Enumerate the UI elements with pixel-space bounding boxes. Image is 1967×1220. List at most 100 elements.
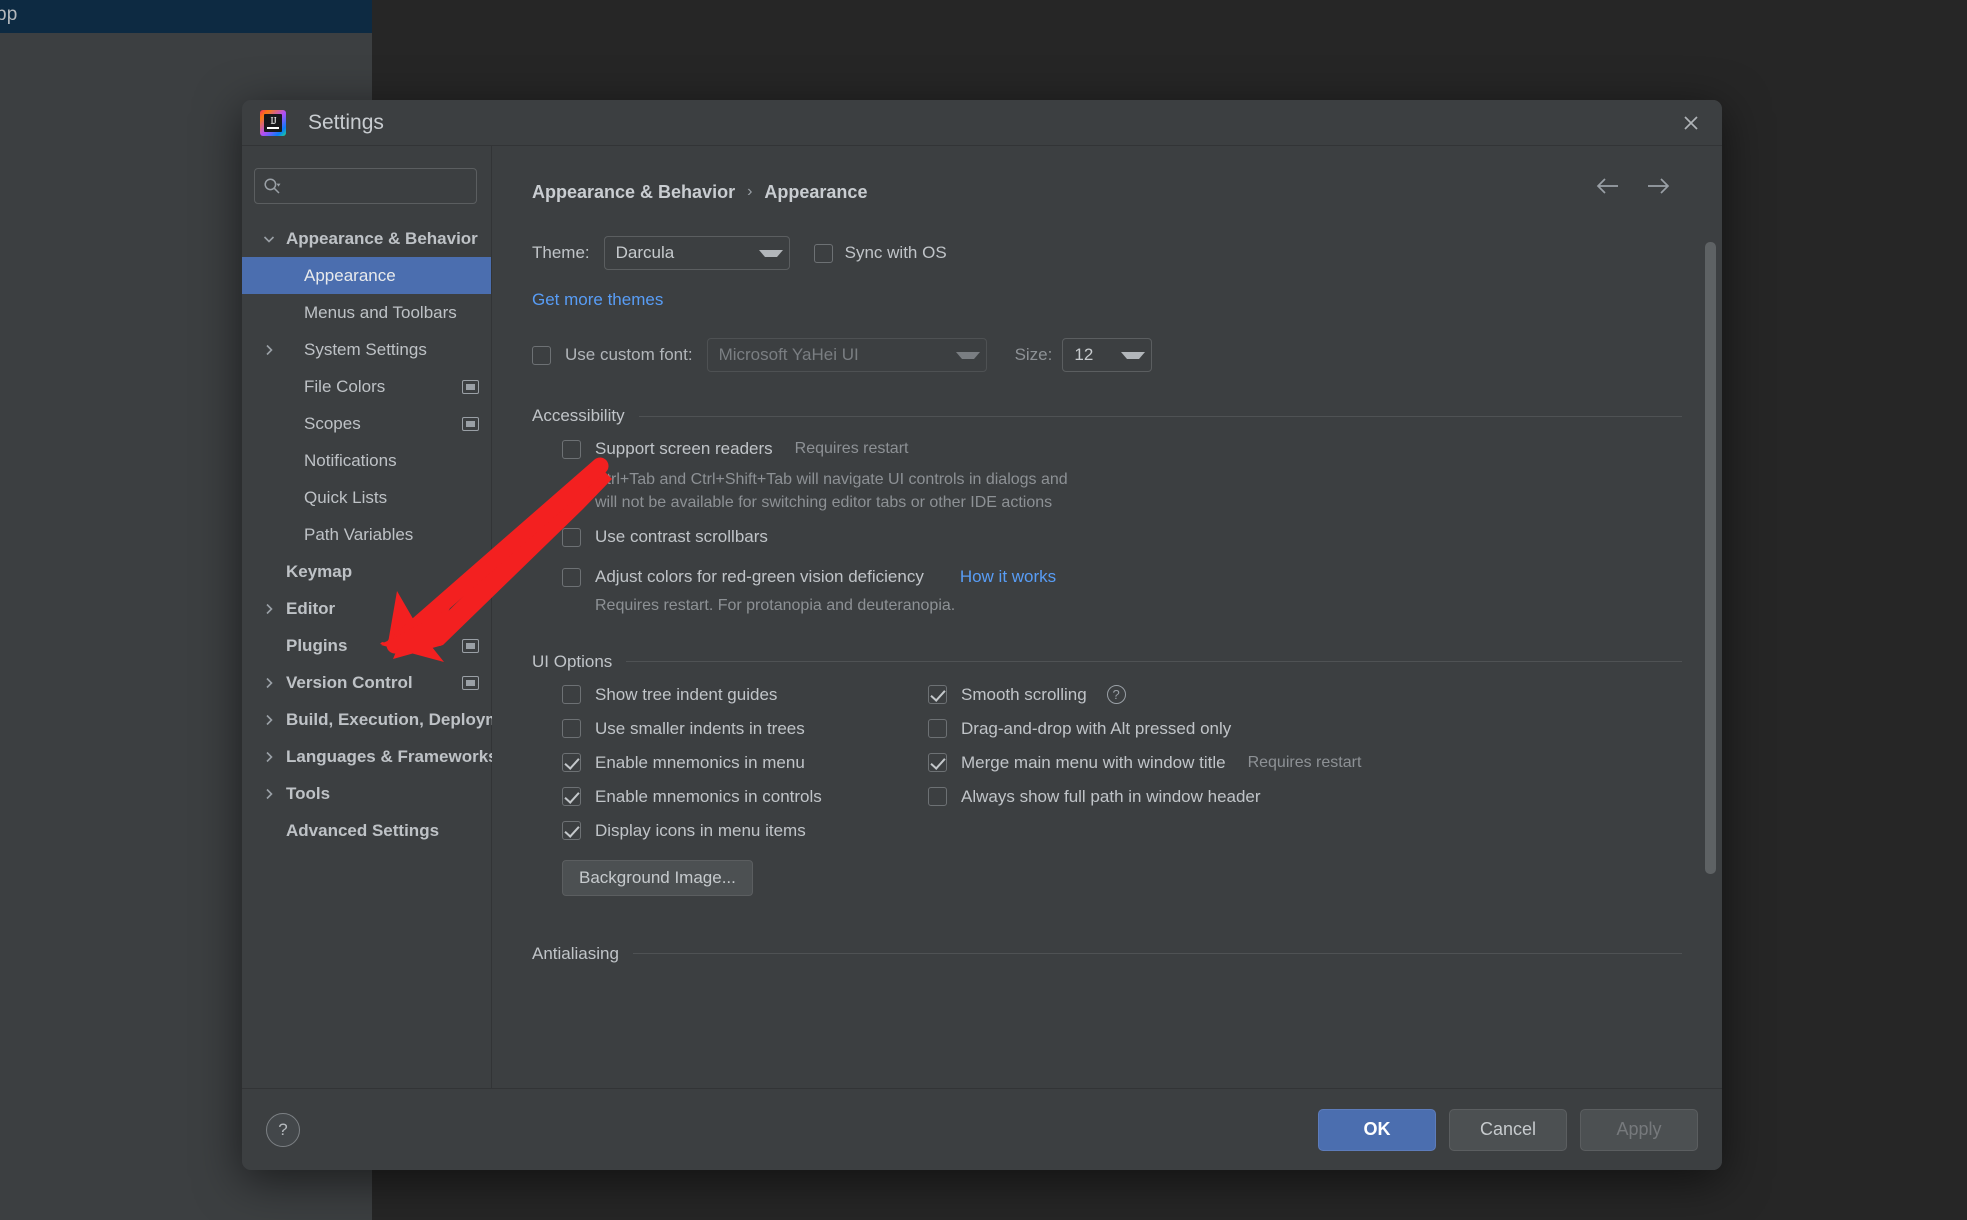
sidebar-item-languages-frameworks[interactable]: Languages & Frameworks	[242, 738, 498, 775]
sidebar-item-tools[interactable]: Tools	[242, 775, 491, 812]
dialog-titlebar: IJ Settings	[242, 100, 1722, 146]
chevron-right-icon[interactable]	[262, 676, 276, 690]
chevron-right-icon[interactable]	[262, 787, 276, 801]
sidebar-item-label: Build, Execution, Deployment	[286, 709, 526, 729]
screen-readers-description-line1: Ctrl+Tab and Ctrl+Shift+Tab will navigat…	[595, 471, 1068, 488]
settings-sidebar: Appearance & Behavior Appearance Menus and…	[242, 146, 526, 1088]
use-contrast-scrollbars-label: Use contrast scrollbars	[595, 527, 768, 547]
ui-options-section-body: Show tree indent guides Use smaller inden…	[532, 678, 1682, 848]
intellij-logo-letters: IJ	[270, 115, 276, 127]
chevron-right-icon[interactable]	[262, 343, 276, 357]
help-icon[interactable]: ?	[1106, 685, 1126, 705]
sync-with-os-checkbox[interactable]: Sync with OS	[813, 243, 947, 263]
adjust-colors-description: Requires restart. For protanopia and deu…	[595, 597, 956, 615]
sidebar-item-label: Quick Lists	[304, 487, 388, 507]
chevron-down-icon[interactable]	[262, 232, 276, 246]
ui-option-label: Enable mnemonics in menu	[595, 752, 805, 772]
sidebar-item-menus-and-toolbars[interactable]: Menus and Toolbars	[242, 294, 491, 331]
sidebar-item-label: Tools	[286, 783, 331, 803]
font-size-select[interactable]: 12	[1062, 338, 1153, 372]
search-box[interactable]	[254, 168, 477, 204]
sidebar-item-scopes[interactable]: Scopes	[242, 405, 491, 442]
checkbox-box	[562, 719, 581, 739]
ok-button[interactable]: OK	[1318, 1108, 1436, 1151]
sidebar-item-label: System Settings	[304, 339, 427, 359]
help-button[interactable]: ?	[266, 1112, 300, 1147]
checkbox-box	[928, 685, 947, 705]
theme-select[interactable]: Darcula	[603, 236, 790, 270]
ui-option-enable-mnemonics-in-menu[interactable]: Enable mnemonics in menu	[562, 746, 928, 780]
font-size-select-value: 12	[1074, 345, 1094, 364]
sidebar-item-label: Keymap	[286, 561, 353, 581]
use-contrast-scrollbars-checkbox[interactable]: Use contrast scrollbars	[562, 520, 1682, 554]
content-scrollbar-thumb[interactable]	[1705, 242, 1716, 874]
arrow-left-icon[interactable]	[1594, 176, 1620, 196]
sidebar-item-appearance-behavior[interactable]: Appearance & Behavior	[242, 220, 491, 257]
sidebar-item-label: Editor	[286, 598, 336, 618]
sync-with-os-label: Sync with OS	[844, 243, 947, 262]
theme-label: Theme:	[532, 243, 590, 262]
sidebar-item-editor[interactable]: Editor	[242, 590, 491, 627]
project-scope-icon	[462, 675, 479, 690]
support-screen-readers-hint: Requires restart	[794, 440, 909, 457]
sidebar-item-path-variables[interactable]: Path Variables	[242, 516, 491, 553]
chevron-right-icon[interactable]	[262, 750, 276, 764]
support-screen-readers-label: Support screen readers	[595, 439, 773, 458]
ui-option-show-tree-indent-guides[interactable]: Show tree indent guides	[562, 678, 928, 712]
search-input[interactable]	[287, 177, 468, 195]
ui-option-always-show-full-path-in-window-header[interactable]: Always show full path in window header	[928, 780, 1682, 814]
ui-options-section-header: UI Options	[532, 652, 1682, 672]
ui-option-smooth-scrolling[interactable]: Smooth scrolling?	[928, 678, 1682, 712]
custom-font-row: Use custom font: Microsoft YaHei UI Size…	[532, 338, 1682, 372]
adjust-colors-checkbox[interactable]: Adjust colors for red-green vision defic…	[562, 560, 1682, 594]
get-more-themes-link[interactable]: Get more themes	[532, 290, 663, 309]
sidebar-item-keymap[interactable]: Keymap	[242, 553, 491, 590]
apply-button[interactable]: Apply	[1580, 1108, 1698, 1151]
sidebar-item-plugins[interactable]: Plugins	[242, 627, 491, 664]
sidebar-item-file-colors[interactable]: File Colors	[242, 368, 491, 405]
how-it-works-link[interactable]: How it works	[960, 567, 1056, 587]
settings-content-pane: Appearance & Behavior › Appearance Theme…	[492, 146, 1722, 1088]
close-icon[interactable]	[1674, 106, 1708, 140]
sidebar-item-notifications[interactable]: Notifications	[242, 442, 491, 479]
ui-option-enable-mnemonics-in-controls[interactable]: Enable mnemonics in controls	[562, 780, 928, 814]
search-icon	[263, 177, 281, 195]
chevron-right-icon[interactable]	[262, 713, 276, 727]
background-window-titlebar: pp	[0, 0, 372, 33]
sidebar-item-build-execution-deployment[interactable]: Build, Execution, Deployment	[242, 701, 526, 738]
cancel-button[interactable]: Cancel	[1449, 1108, 1567, 1151]
sidebar-item-quick-lists[interactable]: Quick Lists	[242, 479, 491, 516]
use-custom-font-checkbox[interactable]	[532, 345, 551, 365]
ui-option-drag-and-drop-with-alt-pressed-only[interactable]: Drag-and-drop with Alt pressed only	[928, 712, 1682, 746]
ui-option-label: Smooth scrolling	[961, 684, 1087, 704]
sidebar-item-version-control[interactable]: Version Control	[242, 664, 491, 701]
ui-option-display-icons-in-menu-items[interactable]: Display icons in menu items	[562, 814, 928, 848]
dialog-title: Settings	[308, 110, 384, 134]
accessibility-section-body: Support screen readers Requires restart …	[532, 432, 1682, 618]
use-custom-font-label: Use custom font:	[565, 345, 693, 364]
ui-option-hint: Requires restart	[1247, 753, 1362, 771]
ui-option-merge-main-menu-with-window-title[interactable]: Merge main menu with window title Require…	[928, 746, 1682, 780]
screen-readers-description: Ctrl+Tab and Ctrl+Shift+Tab will navigat…	[562, 468, 1682, 514]
dialog-footer: ? OK Cancel Apply	[242, 1088, 1722, 1170]
sidebar-item-label: Advanced Settings	[286, 820, 440, 840]
sidebar-item-label: Version Control	[286, 672, 413, 692]
chevron-down-icon	[758, 249, 783, 257]
footer-actions: OK Cancel Apply	[1318, 1108, 1698, 1151]
background-window-title: pp	[0, 4, 18, 25]
checkbox-box	[928, 787, 947, 807]
arrow-right-icon[interactable]	[1646, 176, 1672, 196]
ui-option-label: Use smaller indents in trees	[595, 718, 805, 738]
content-scrollbar[interactable]	[1705, 242, 1716, 932]
custom-font-select[interactable]: Microsoft YaHei UI	[706, 338, 987, 372]
chevron-right-icon[interactable]	[262, 602, 276, 616]
support-screen-readers-checkbox[interactable]: Support screen readers Requires restart	[562, 432, 1682, 466]
accessibility-section-title: Accessibility	[532, 406, 625, 425]
ui-option-use-smaller-indents-in-trees[interactable]: Use smaller indents in trees	[562, 712, 928, 746]
sidebar-item-appearance[interactable]: Appearance	[242, 257, 491, 294]
background-image-button[interactable]: Background Image...	[562, 859, 753, 896]
sidebar-item-system-settings[interactable]: System Settings	[242, 331, 491, 368]
sync-with-os-checkbox-box	[813, 243, 833, 263]
ui-option-label: Drag-and-drop with Alt pressed only	[961, 718, 1232, 738]
sidebar-item-advanced-settings[interactable]: Advanced Settings	[242, 812, 491, 849]
